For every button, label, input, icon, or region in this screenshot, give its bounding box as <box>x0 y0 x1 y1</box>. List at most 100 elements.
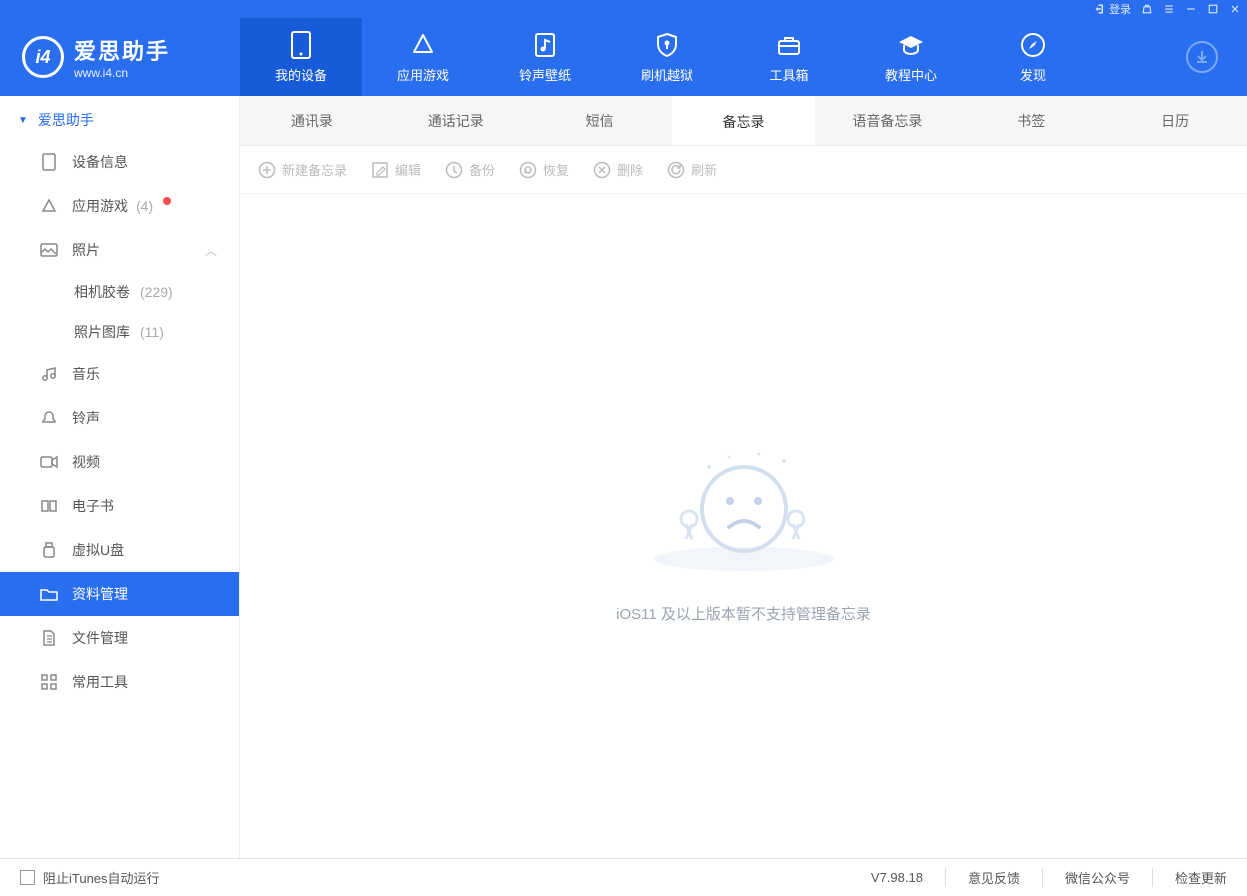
sidebar-udisk[interactable]: 虚拟U盘 <box>0 528 239 572</box>
topnav-apps[interactable]: 应用游戏 <box>362 18 484 96</box>
plus-circle-icon <box>258 161 276 179</box>
sidebar-common-tools[interactable]: 常用工具 <box>0 660 239 704</box>
download-icon <box>1194 49 1210 65</box>
folder-icon <box>40 585 58 603</box>
tool-backup: 备份 <box>445 160 495 179</box>
topnav-ringtone-wallpaper[interactable]: 铃声壁纸 <box>484 18 606 96</box>
sidebar-sub-label: 照片图库 <box>74 322 130 342</box>
sidebar-sub-label: 相机胶卷 <box>74 282 130 302</box>
apps-small-icon <box>40 197 58 215</box>
block-itunes-checkbox[interactable] <box>20 870 35 885</box>
subtab-voice-memos[interactable]: 语音备忘录 <box>815 96 959 145</box>
sidebar-ebook[interactable]: 电子书 <box>0 484 239 528</box>
sidebar-item-label: 设备信息 <box>72 152 128 172</box>
sidebar-item-label: 文件管理 <box>72 628 128 648</box>
top-nav: 我的设备 应用游戏 铃声壁纸 刷机越狱 工具箱 教程中心 发现 <box>240 18 1157 96</box>
subtab-bookmarks[interactable]: 书签 <box>959 96 1103 145</box>
sidebar-item-label: 音乐 <box>72 364 100 384</box>
toolbar: 新建备忘录 编辑 备份 恢复 删除 刷新 <box>240 146 1247 194</box>
tool-label: 恢复 <box>543 160 569 179</box>
bag-icon[interactable] <box>1141 3 1153 15</box>
sidebar-photos[interactable]: 照片 ︿ <box>0 228 239 272</box>
logo[interactable]: i4 爱思助手 www.i4.cn <box>0 18 240 96</box>
delete-icon <box>593 161 611 179</box>
sidebar-apps[interactable]: 应用游戏 (4) <box>0 184 239 228</box>
logo-text: 爱思助手 www.i4.cn <box>74 34 170 80</box>
topnav-label: 工具箱 <box>769 65 808 84</box>
sidebar-item-label: 应用游戏 <box>72 196 128 216</box>
minimize-icon[interactable] <box>1185 3 1197 15</box>
sidebar-item-label: 常用工具 <box>72 672 128 692</box>
subtab-label: 日历 <box>1161 111 1189 131</box>
login-button[interactable]: 登录 <box>1094 1 1131 17</box>
sidebar-item-label: 资料管理 <box>72 584 128 604</box>
wechat-link[interactable]: 微信公众号 <box>1042 868 1130 887</box>
topnav-toolbox[interactable]: 工具箱 <box>728 18 850 96</box>
sidebar-file-management[interactable]: 文件管理 <box>0 616 239 660</box>
sidebar-item-label: 视频 <box>72 452 100 472</box>
topnav-discover[interactable]: 发现 <box>972 18 1094 96</box>
notification-dot <box>163 197 171 205</box>
subtab-calendar[interactable]: 日历 <box>1103 96 1247 145</box>
subtab-notes[interactable]: 备忘录 <box>672 96 816 145</box>
sidebar-root-label: 爱思助手 <box>38 110 94 130</box>
subtab-label: 书签 <box>1017 111 1045 131</box>
photo-icon <box>40 241 58 259</box>
header: i4 爱思助手 www.i4.cn 我的设备 应用游戏 铃声壁纸 刷机越狱 工具… <box>0 18 1247 96</box>
topnav-my-device[interactable]: 我的设备 <box>240 18 362 96</box>
sidebar-data-management[interactable]: 资料管理 <box>0 572 239 616</box>
subtab-label: 短信 <box>586 111 614 131</box>
empty-message: iOS11 及以上版本暂不支持管理备忘录 <box>616 603 871 624</box>
subtab-label: 通讯录 <box>291 111 333 131</box>
sidebar-video[interactable]: 视频 <box>0 440 239 484</box>
sidebar-device-info[interactable]: 设备信息 <box>0 140 239 184</box>
subtab-sms[interactable]: 短信 <box>528 96 672 145</box>
tool-edit: 编辑 <box>371 160 421 179</box>
login-icon <box>1094 3 1106 15</box>
login-label: 登录 <box>1109 1 1131 17</box>
sidebar-item-label: 虚拟U盘 <box>72 540 124 560</box>
sidebar-sub-count: (11) <box>140 324 164 340</box>
topnav-label: 铃声壁纸 <box>519 65 571 84</box>
phone-icon <box>287 31 315 59</box>
music-icon <box>40 365 58 383</box>
usb-icon <box>40 541 58 559</box>
sidebar: ▼ 爱思助手 设备信息 应用游戏 (4) 照片 ︿ 相机胶卷 (229) 照片图… <box>0 96 240 858</box>
backup-icon <box>445 161 463 179</box>
subtab-label: 语音备忘录 <box>852 111 922 131</box>
subtab-call-log[interactable]: 通话记录 <box>384 96 528 145</box>
restore-icon <box>519 161 537 179</box>
maximize-icon[interactable] <box>1207 3 1219 15</box>
topnav-label: 发现 <box>1020 65 1046 84</box>
empty-state: iOS11 及以上版本暂不支持管理备忘录 <box>240 194 1247 858</box>
download-button[interactable] <box>1186 41 1218 73</box>
list-icon[interactable] <box>1163 3 1175 15</box>
bell-icon <box>40 409 58 427</box>
sidebar-item-count: (4) <box>136 198 153 214</box>
sidebar-item-label: 照片 <box>72 240 100 260</box>
subtab-contacts[interactable]: 通讯录 <box>240 96 384 145</box>
titlebar: 登录 <box>0 0 1247 18</box>
sidebar-camera-roll[interactable]: 相机胶卷 (229) <box>0 272 239 312</box>
topnav-tutorial[interactable]: 教程中心 <box>850 18 972 96</box>
tool-restore: 恢复 <box>519 160 569 179</box>
topnav-jailbreak[interactable]: 刷机越狱 <box>606 18 728 96</box>
sidebar-ringtone[interactable]: 铃声 <box>0 396 239 440</box>
refresh-icon <box>667 161 685 179</box>
topnav-label: 我的设备 <box>275 65 327 84</box>
sidebar-item-label: 电子书 <box>72 496 114 516</box>
sidebar-music[interactable]: 音乐 <box>0 352 239 396</box>
grid-icon <box>40 673 58 691</box>
close-icon[interactable] <box>1229 3 1241 15</box>
sidebar-sub-count: (229) <box>140 284 173 300</box>
block-itunes-label[interactable]: 阻止iTunes自动运行 <box>43 868 160 887</box>
logo-icon: i4 <box>22 36 64 78</box>
sidebar-root[interactable]: ▼ 爱思助手 <box>0 100 239 140</box>
phone-small-icon <box>40 153 58 171</box>
feedback-link[interactable]: 意见反馈 <box>945 868 1020 887</box>
version-label: V7.98.18 <box>849 870 923 885</box>
app-title: 爱思助手 <box>74 34 170 66</box>
check-update-link[interactable]: 检查更新 <box>1152 868 1227 887</box>
app-url: www.i4.cn <box>74 66 170 80</box>
sidebar-photo-library[interactable]: 照片图库 (11) <box>0 312 239 352</box>
